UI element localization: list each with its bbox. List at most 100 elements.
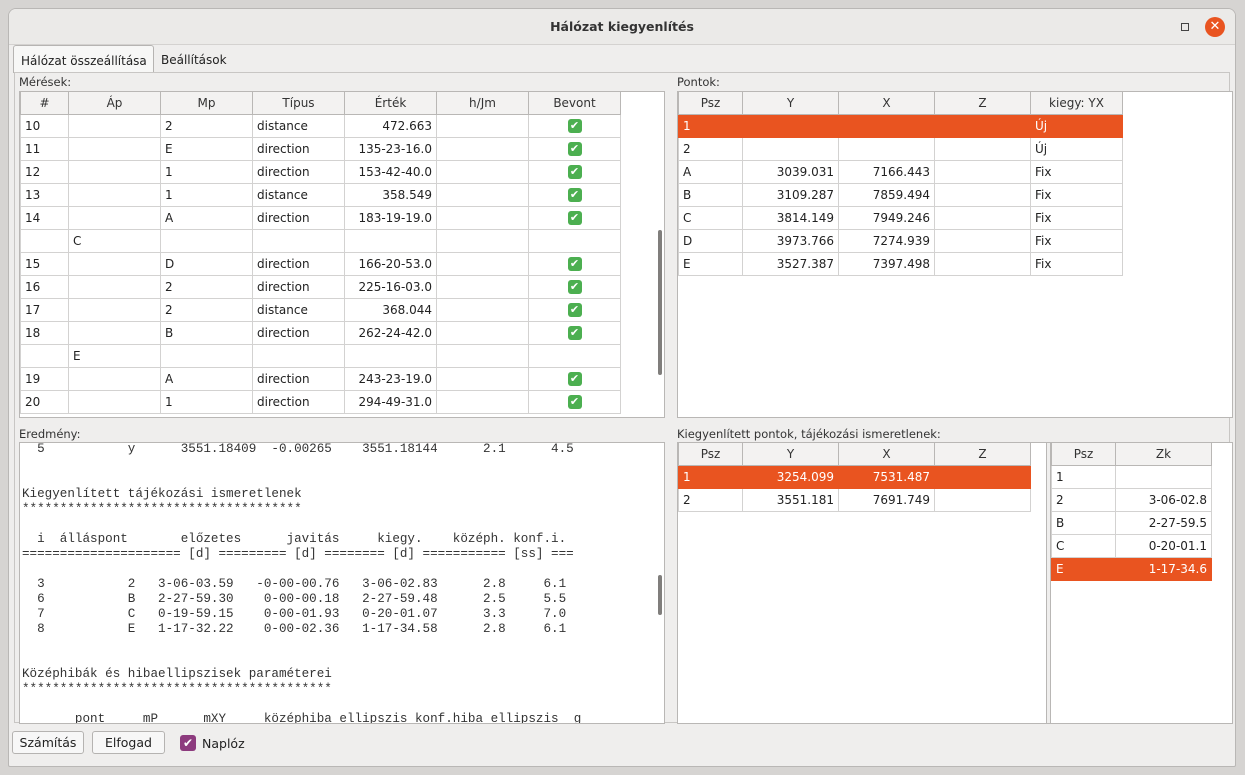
checkmark-icon[interactable]: ✔ bbox=[567, 165, 582, 179]
points-header-2[interactable]: X bbox=[838, 92, 935, 115]
cell-number: 20 bbox=[20, 389, 69, 414]
tab-settings[interactable]: Beállítások bbox=[154, 45, 234, 73]
cell-included[interactable] bbox=[528, 228, 621, 253]
checkmark-icon[interactable]: ✔ bbox=[567, 211, 582, 225]
adjusted-header-2[interactable]: X bbox=[838, 443, 935, 466]
log-checkbox[interactable]: ✔ bbox=[180, 735, 196, 751]
result-scrollbar[interactable] bbox=[658, 575, 662, 615]
accept-button[interactable]: Elfogad bbox=[92, 731, 165, 754]
cell-hjm bbox=[436, 205, 529, 230]
table-row[interactable]: 17 2 distance 368.044 ✔ bbox=[20, 297, 621, 322]
adjusted-header-0[interactable]: Psz bbox=[678, 443, 743, 466]
compute-button[interactable]: Számítás bbox=[12, 731, 84, 754]
measurements-panel: Mérések: # Áp Mp Típus Érték h/Jm Bevont 10 2 di… bbox=[15, 73, 673, 418]
table-row[interactable]: B 3109.287 7859.494 Fix bbox=[678, 182, 1123, 207]
close-button[interactable]: ✕ bbox=[1205, 17, 1225, 37]
cell-z bbox=[934, 464, 1031, 489]
cell-z bbox=[934, 182, 1031, 207]
measurements-scrollbar[interactable] bbox=[658, 230, 662, 375]
table-row[interactable]: 11 Edirection 135-23-16.0 ✔ bbox=[20, 136, 621, 161]
maximize-button[interactable] bbox=[1175, 17, 1195, 37]
table-row[interactable]: C bbox=[20, 228, 621, 253]
table-row[interactable]: 20 1 direction 294-49-31.0 ✔ bbox=[20, 389, 621, 414]
table-row[interactable]: 15 Ddirection 166-20-53.0 ✔ bbox=[20, 251, 621, 276]
table-row[interactable]: 16 2 direction 225-16-03.0 ✔ bbox=[20, 274, 621, 299]
cell-included[interactable]: ✔ bbox=[528, 274, 621, 299]
adjusted-header-3[interactable]: Z bbox=[934, 443, 1031, 466]
checkmark-icon[interactable]: ✔ bbox=[567, 119, 582, 133]
cell-included[interactable]: ✔ bbox=[528, 389, 621, 414]
cell-included[interactable]: ✔ bbox=[528, 205, 621, 230]
table-row[interactable]: 12 1 direction 153-42-40.0 ✔ bbox=[20, 159, 621, 184]
table-row[interactable]: C 3814.149 7949.246 Fix bbox=[678, 205, 1123, 230]
table-row[interactable]: D 3973.766 7274.939 Fix bbox=[678, 228, 1123, 253]
result-text[interactable]: 5 y 3551.18409 -0.00265 3551.18144 2.1 4… bbox=[19, 442, 665, 724]
table-row[interactable]: 1 Új bbox=[678, 113, 1123, 138]
cell-y: 3109.287 bbox=[742, 182, 839, 207]
cell-target: 1 bbox=[160, 182, 253, 207]
checkmark-icon[interactable]: ✔ bbox=[567, 326, 582, 340]
table-row[interactable]: 10 2 distance 472.663 ✔ bbox=[20, 113, 621, 138]
checkmark-icon[interactable]: ✔ bbox=[567, 395, 582, 409]
measurements-header-6[interactable]: Bevont bbox=[528, 92, 621, 115]
table-row[interactable]: 19 Adirection 243-23-19.0 ✔ bbox=[20, 366, 621, 391]
cell-target bbox=[160, 343, 253, 368]
points-header-1[interactable]: Y bbox=[742, 92, 839, 115]
measurements-table[interactable]: # Áp Mp Típus Érték h/Jm Bevont 10 2 distance 472… bbox=[19, 91, 665, 418]
table-row[interactable]: 18 Bdirection 262-24-42.0 ✔ bbox=[20, 320, 621, 345]
cell-included[interactable]: ✔ bbox=[528, 182, 621, 207]
table-row[interactable]: 1 bbox=[1051, 464, 1212, 489]
table-row[interactable]: 2 Új bbox=[678, 136, 1123, 161]
cell-included[interactable]: ✔ bbox=[528, 320, 621, 345]
measurements-header-3[interactable]: Típus bbox=[252, 92, 345, 115]
measurements-header-1[interactable]: Áp bbox=[68, 92, 161, 115]
checkmark-icon[interactable]: ✔ bbox=[567, 257, 582, 271]
cell-included[interactable]: ✔ bbox=[528, 159, 621, 184]
cell-included[interactable]: ✔ bbox=[528, 136, 621, 161]
measurements-header-5[interactable]: h/Jm bbox=[436, 92, 529, 115]
points-header-3[interactable]: Z bbox=[934, 92, 1031, 115]
cell-included[interactable]: ✔ bbox=[528, 366, 621, 391]
checkmark-icon[interactable]: ✔ bbox=[567, 303, 582, 317]
cell-psz: 1 bbox=[1051, 464, 1116, 489]
table-row[interactable]: B 2-27-59.5 bbox=[1051, 510, 1212, 535]
cell-number bbox=[20, 228, 69, 253]
measurements-header-2[interactable]: Mp bbox=[160, 92, 253, 115]
measurements-header-4[interactable]: Érték bbox=[344, 92, 437, 115]
table-row[interactable]: E 1-17-34.6 bbox=[1051, 556, 1212, 581]
cell-included[interactable]: ✔ bbox=[528, 251, 621, 276]
cell-included[interactable] bbox=[528, 343, 621, 368]
checkmark-icon[interactable]: ✔ bbox=[567, 372, 582, 386]
table-row[interactable]: 14 Adirection 183-19-19.0 ✔ bbox=[20, 205, 621, 230]
cell-hjm bbox=[436, 274, 529, 299]
checkmark-icon[interactable]: ✔ bbox=[567, 142, 582, 156]
orientation-header-0[interactable]: Psz bbox=[1051, 443, 1116, 466]
orientation-header-1[interactable]: Zk bbox=[1115, 443, 1212, 466]
table-row[interactable]: E 3527.387 7397.498 Fix bbox=[678, 251, 1123, 276]
cell-hjm bbox=[436, 251, 529, 276]
orientation-table[interactable]: Psz Zk 1 2 3-06-02.8 B 2-27-59.5 C 0-20-01.1 E 1-… bbox=[1050, 443, 1232, 723]
cell-included[interactable]: ✔ bbox=[528, 297, 621, 322]
tab-network-build[interactable]: Hálózat összeállítása bbox=[13, 45, 154, 73]
points-header-4[interactable]: kiegy: YX bbox=[1030, 92, 1123, 115]
points-header-0[interactable]: Psz bbox=[678, 92, 743, 115]
table-row[interactable]: 13 1 distance 358.549 ✔ bbox=[20, 182, 621, 207]
cell-y bbox=[742, 136, 839, 161]
cell-included[interactable]: ✔ bbox=[528, 113, 621, 138]
measurements-header-0[interactable]: # bbox=[20, 92, 69, 115]
adjusted-table[interactable]: Psz Y X Z 1 3254.099 7531.487 2 3551.181 7691.74… bbox=[678, 443, 1047, 723]
cell-type: direction bbox=[252, 366, 345, 391]
cell-value: 166-20-53.0 bbox=[344, 251, 437, 276]
log-label: Naplóz bbox=[202, 736, 245, 751]
table-row[interactable]: E bbox=[20, 343, 621, 368]
table-row[interactable]: 2 3-06-02.8 bbox=[1051, 487, 1212, 512]
checkmark-icon[interactable]: ✔ bbox=[567, 188, 582, 202]
table-row[interactable]: 2 3551.181 7691.749 bbox=[678, 487, 1031, 512]
adjusted-header-1[interactable]: Y bbox=[742, 443, 839, 466]
points-table[interactable]: Psz Y X Zkiegy: YX 1 Új 2 Új A 3039.031 7166.443 F… bbox=[677, 91, 1233, 418]
table-row[interactable]: 1 3254.099 7531.487 bbox=[678, 464, 1031, 489]
table-row[interactable]: A 3039.031 7166.443 Fix bbox=[678, 159, 1123, 184]
cell-target: 1 bbox=[160, 389, 253, 414]
checkmark-icon[interactable]: ✔ bbox=[567, 280, 582, 294]
table-row[interactable]: C 0-20-01.1 bbox=[1051, 533, 1212, 558]
